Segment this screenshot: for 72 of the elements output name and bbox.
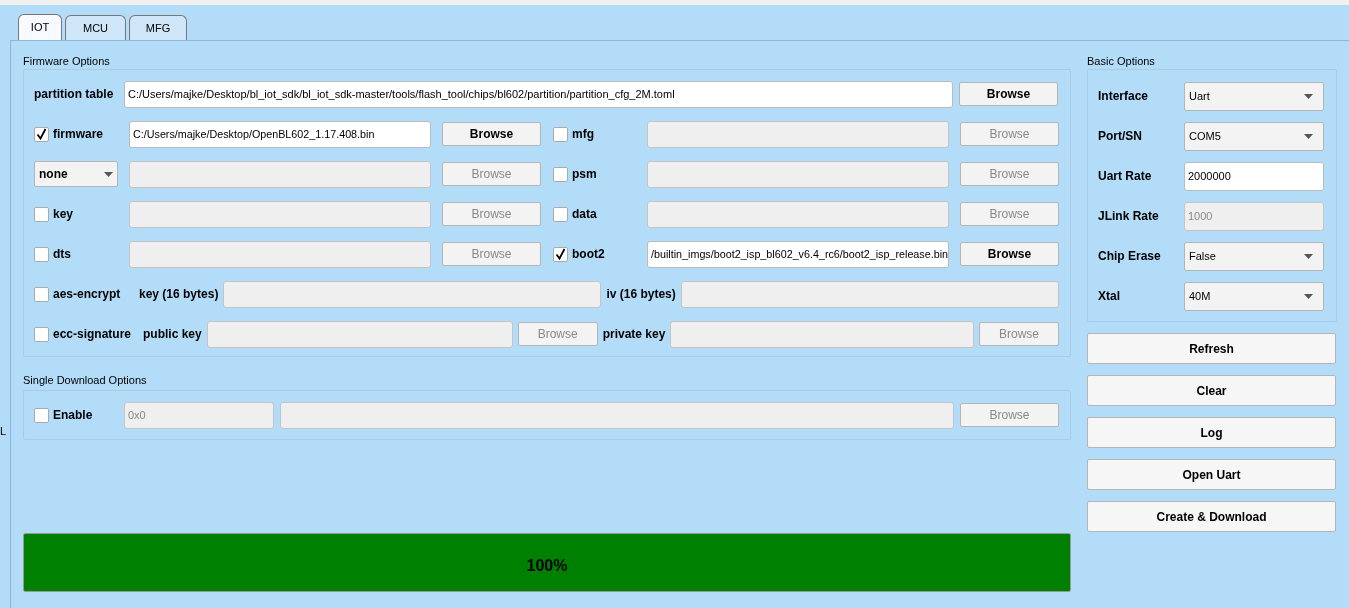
group-title: Single Download Options bbox=[23, 373, 148, 387]
checkbox-label: Enable bbox=[53, 407, 93, 424]
field-label: private key bbox=[602, 326, 666, 343]
field-label: Port/SN bbox=[1098, 128, 1143, 145]
browse-button[interactable]: Browse bbox=[960, 242, 1059, 266]
dropdown[interactable]: Uart bbox=[1184, 81, 1324, 111]
input-field[interactable]: C:/Users/majke/Desktop/OpenBL602_1.17.408.bin bbox=[129, 120, 431, 148]
action-button[interactable]: Create & Download bbox=[1087, 501, 1336, 532]
tab[interactable]: MFG bbox=[129, 15, 187, 40]
input-field[interactable] bbox=[680, 280, 1059, 308]
input-field[interactable] bbox=[223, 280, 602, 308]
checkbox[interactable] bbox=[553, 246, 568, 262]
checkbox-label: key bbox=[53, 206, 74, 223]
checkbox-label: dts bbox=[53, 246, 71, 263]
action-button[interactable]: Clear bbox=[1087, 375, 1336, 406]
field-label: Xtal bbox=[1098, 288, 1121, 305]
field-label: Uart Rate bbox=[1098, 168, 1153, 185]
action-button[interactable]: Refresh bbox=[1087, 333, 1336, 364]
checkbox-label: boot2 bbox=[572, 246, 605, 263]
checkbox-label: ecc-signature bbox=[53, 326, 132, 343]
checkbox[interactable] bbox=[34, 206, 49, 222]
input-field[interactable] bbox=[280, 401, 954, 429]
field-label: iv (16 bytes) bbox=[606, 286, 676, 303]
checkbox-label: firmware bbox=[53, 126, 104, 143]
progress-label: 100% bbox=[525, 556, 569, 576]
checkbox[interactable] bbox=[553, 166, 568, 182]
input-field[interactable] bbox=[129, 200, 431, 228]
dropdown-caret-icon bbox=[1304, 253, 1313, 259]
checkbox-label: aes-encrypt bbox=[53, 286, 121, 303]
checkbox[interactable] bbox=[553, 206, 568, 222]
input-field[interactable] bbox=[670, 320, 974, 348]
dropdown[interactable]: COM5 bbox=[1184, 121, 1324, 151]
checkbox-label: data bbox=[572, 206, 597, 223]
dropdown-caret-icon bbox=[1304, 293, 1313, 299]
input-field[interactable]: 2000000 bbox=[1184, 161, 1324, 191]
action-button[interactable]: Open Uart bbox=[1087, 459, 1336, 490]
dropdown-caret-icon bbox=[104, 171, 113, 177]
input-field[interactable] bbox=[647, 120, 949, 148]
dropdown[interactable]: False bbox=[1184, 241, 1324, 271]
group-title: Firmware Options bbox=[23, 54, 111, 68]
checkbox[interactable] bbox=[34, 126, 49, 142]
input-field[interactable] bbox=[129, 240, 431, 268]
edge-text: L bbox=[0, 424, 7, 439]
input-field[interactable] bbox=[647, 200, 949, 228]
checkbox[interactable] bbox=[34, 246, 49, 262]
dropdown-caret-icon bbox=[1304, 133, 1313, 139]
checkbox-label: mfg bbox=[572, 126, 594, 143]
dropdown-caret-icon bbox=[1304, 93, 1313, 99]
input-field[interactable] bbox=[647, 160, 949, 188]
group-title: Basic Options bbox=[1087, 54, 1156, 68]
input-field[interactable] bbox=[206, 320, 513, 348]
dropdown[interactable]: 40M bbox=[1184, 281, 1324, 311]
tab[interactable]: MCU bbox=[65, 15, 126, 40]
input-field[interactable]: /builtin_imgs/boot2_isp_bl602_v6.4_rc6/boot2_isp_release.bin bbox=[647, 240, 949, 268]
checkbox[interactable] bbox=[34, 326, 49, 342]
field-label: partition table bbox=[34, 86, 115, 103]
input-field[interactable] bbox=[129, 160, 431, 188]
dropdown[interactable]: none bbox=[34, 161, 118, 187]
checkbox[interactable] bbox=[34, 407, 49, 423]
checkbox[interactable] bbox=[553, 126, 568, 142]
field-label: public key bbox=[143, 326, 202, 343]
field-label: JLink Rate bbox=[1098, 208, 1160, 225]
field-label: key (16 bytes) bbox=[139, 286, 219, 303]
browse-button[interactable]: Browse bbox=[959, 82, 1058, 106]
browse-button[interactable]: Browse bbox=[442, 122, 541, 146]
tab[interactable]: IOT bbox=[18, 14, 62, 40]
field-label: Interface bbox=[1098, 88, 1150, 105]
field-label: Chip Erase bbox=[1098, 248, 1162, 265]
checkbox-label: psm bbox=[572, 166, 597, 183]
checkbox[interactable] bbox=[34, 286, 49, 302]
action-button[interactable]: Log bbox=[1087, 417, 1336, 448]
input-field[interactable]: C:/Users/majke/Desktop/bl_iot_sdk/bl_iot_sdk-master/tools/flash_tool/chips/bl602/partition/partition_cfg_2M.toml bbox=[124, 80, 953, 108]
